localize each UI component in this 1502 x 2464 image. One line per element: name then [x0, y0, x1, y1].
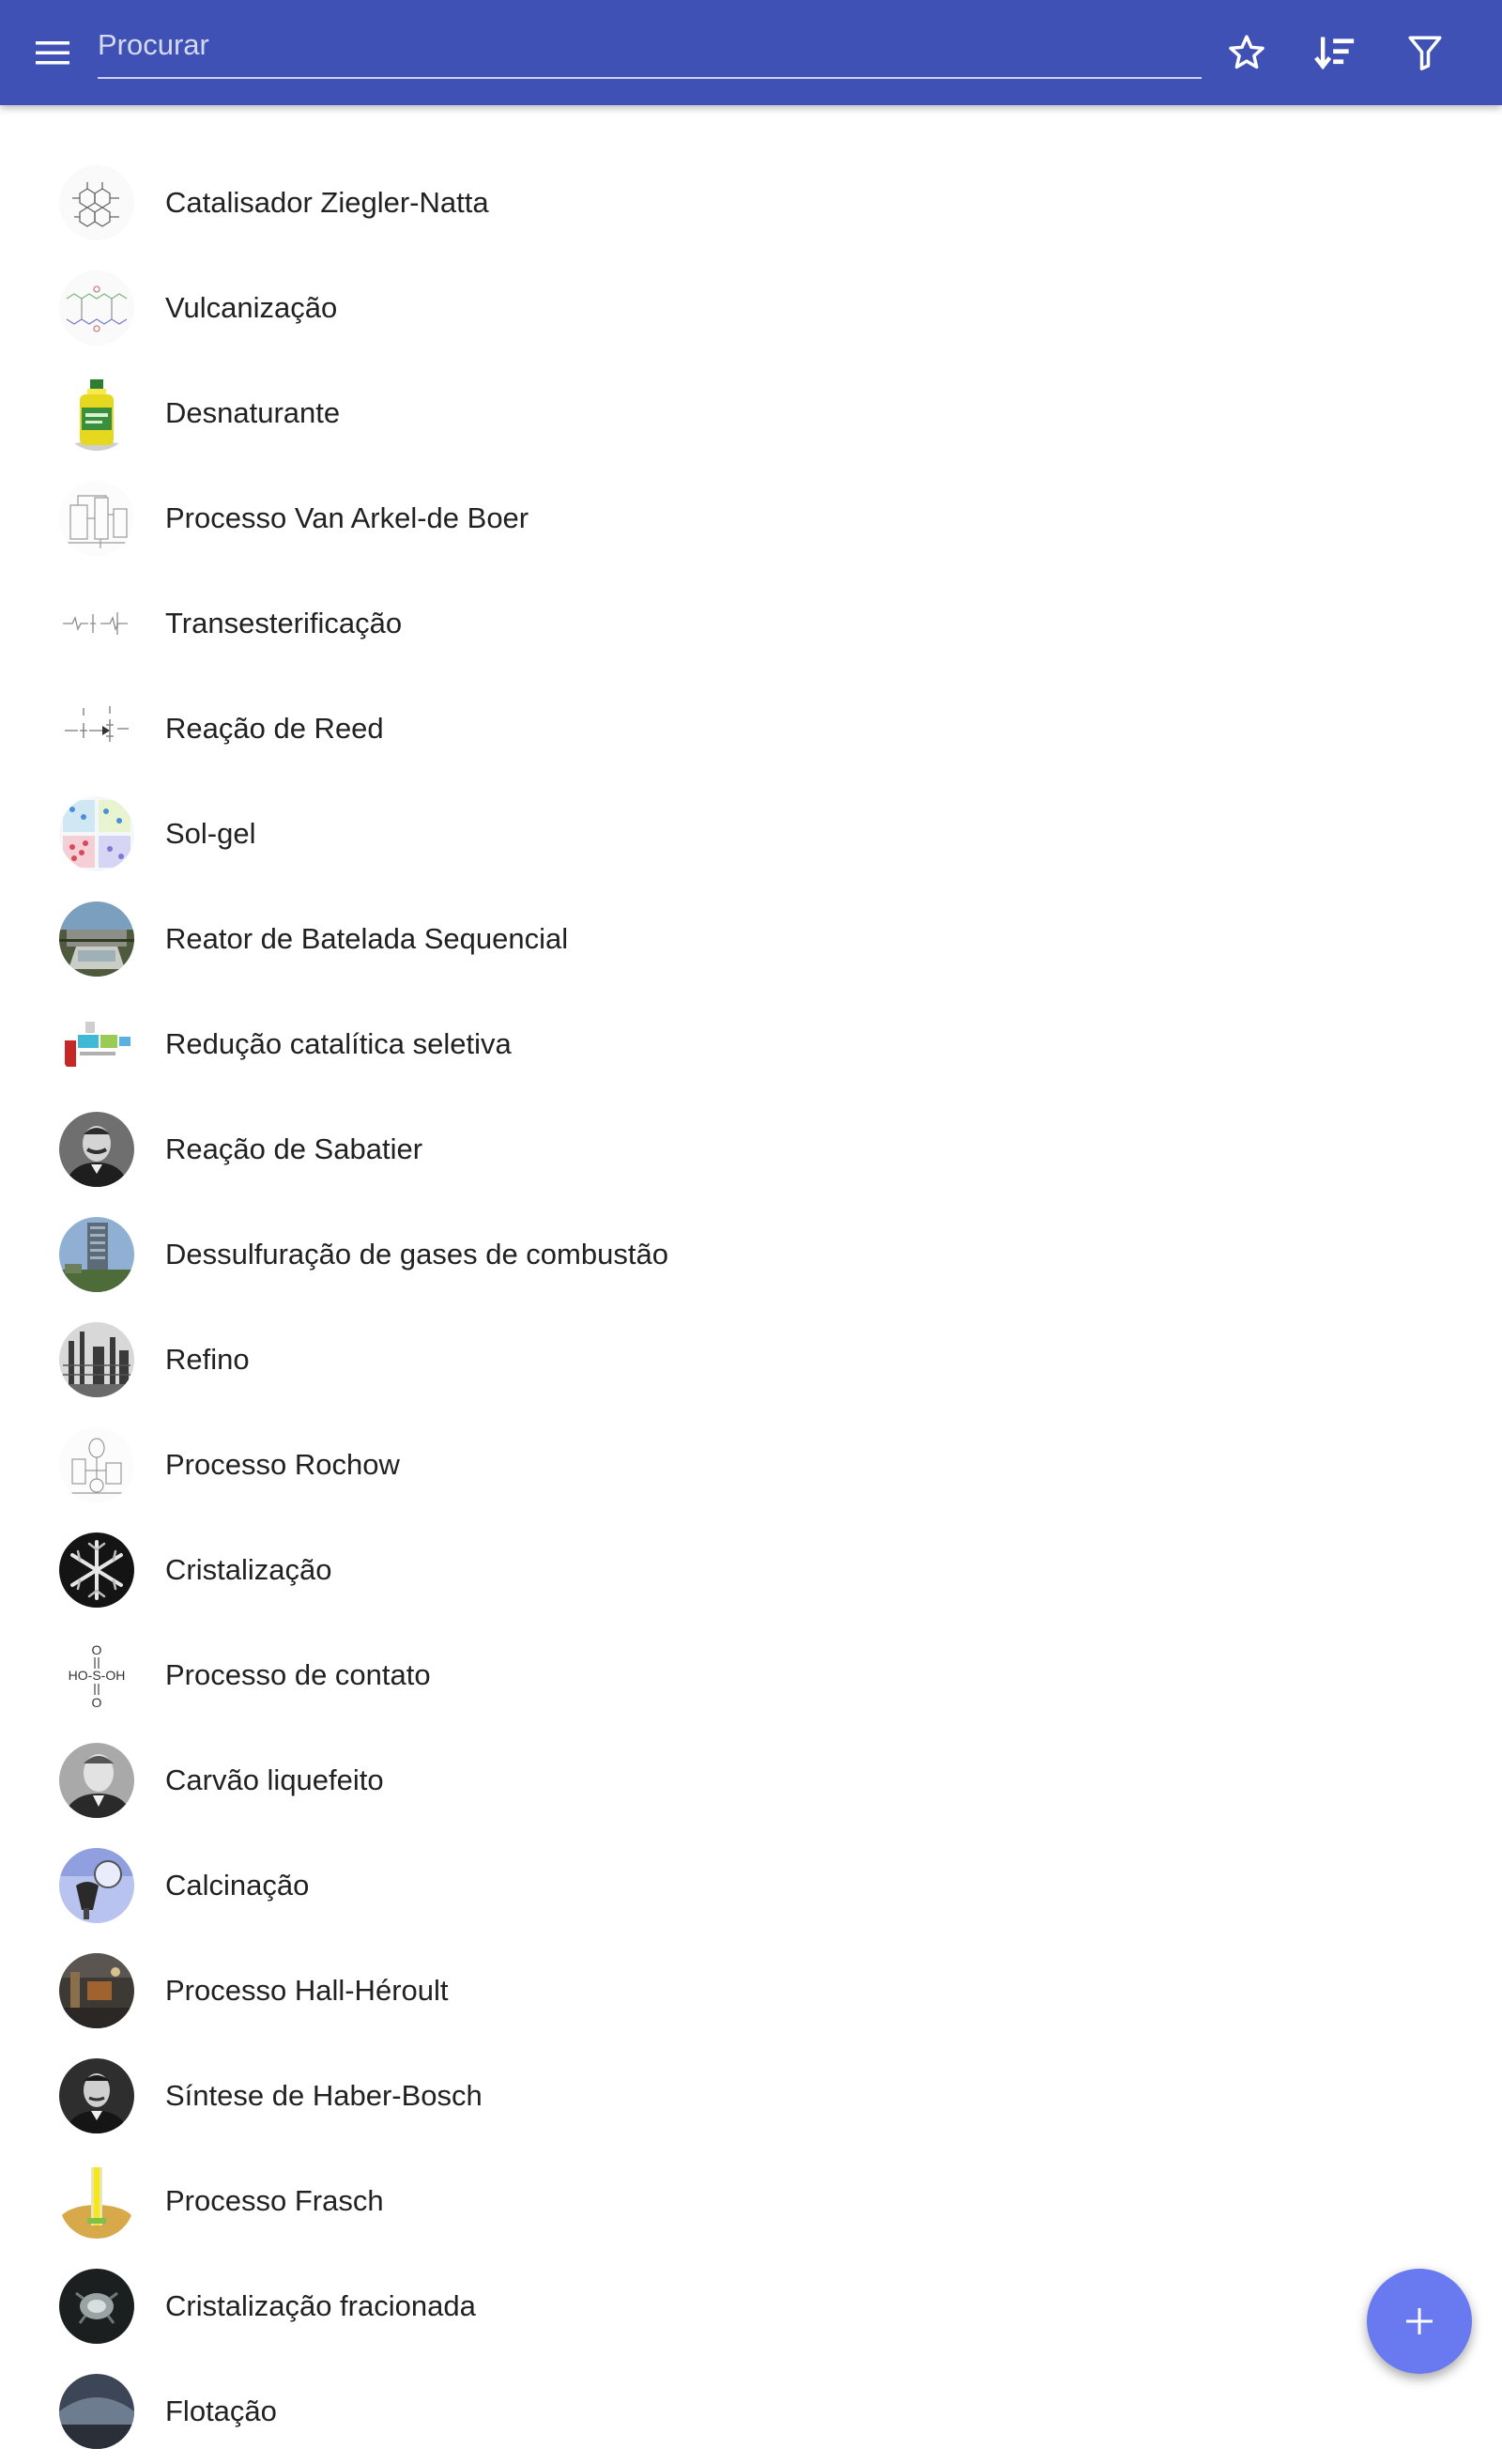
reaction-diagram-thumbnail: [59, 691, 134, 766]
photo-thumbnail: [59, 2374, 134, 2449]
item-label: Refino: [165, 1343, 250, 1376]
chemical-structure-thumbnail: [59, 165, 134, 240]
add-button[interactable]: [1367, 2269, 1472, 2374]
star-icon: [1229, 35, 1264, 69]
filter-button[interactable]: [1397, 24, 1453, 81]
item-label: Processo Frasch: [165, 2184, 384, 2217]
reactor-photo-thumbnail: [59, 901, 134, 977]
item-label: Cristalização fracionada: [165, 2289, 476, 2322]
item-label: Flotação: [165, 2395, 277, 2427]
item-label: Síntese de Haber-Bosch: [165, 2079, 483, 2112]
list-item[interactable]: Reação de Reed: [0, 676, 1502, 781]
item-label: Catalisador Ziegler-Natta: [165, 186, 489, 219]
list-item[interactable]: Processo Van Arkel-de Boer: [0, 466, 1502, 571]
chemical-structure-thumbnail: [59, 270, 134, 346]
list-item[interactable]: Transesterificação: [0, 571, 1502, 676]
item-label: Calcinação: [165, 1869, 310, 1902]
list-item[interactable]: Calcinação: [0, 1833, 1502, 1938]
item-label: Processo Hall-Héroult: [165, 1974, 449, 2007]
item-label: Dessulfuração de gases de combustão: [165, 1238, 668, 1270]
list-item[interactable]: Cristalização fracionada: [0, 2254, 1502, 2359]
item-label: Desnaturante: [165, 396, 341, 429]
item-label: Cristalização: [165, 1553, 332, 1586]
sort-icon: [1314, 37, 1355, 70]
item-label: Carvão liquefeito: [165, 1763, 384, 1796]
item-label: Reação de Reed: [165, 712, 384, 745]
frasch-diagram-thumbnail: [59, 2164, 134, 2239]
app-bar: [0, 0, 1502, 105]
favorites-button[interactable]: [1218, 24, 1275, 81]
list-item[interactable]: Redução catalítica seletiva: [0, 992, 1502, 1097]
item-label: Reação de Sabatier: [165, 1132, 423, 1165]
apparatus-diagram-thumbnail: [59, 1427, 134, 1502]
sol-gel-diagram-thumbnail: [59, 796, 134, 871]
list-item[interactable]: Carvão liquefeito: [0, 1728, 1502, 1833]
item-label: Transesterificação: [165, 607, 403, 639]
list-item[interactable]: Catalisador Ziegler-Natta: [0, 150, 1502, 255]
item-label: Processo de contato: [165, 1658, 431, 1691]
menu-icon: [36, 41, 69, 65]
list-item[interactable]: Sol-gel: [0, 781, 1502, 886]
portrait-thumbnail: [59, 1112, 134, 1187]
formula-text: HO-S-OH: [69, 1668, 126, 1683]
apparatus-diagram-thumbnail: [59, 481, 134, 556]
list-item[interactable]: Reação de Sabatier: [0, 1097, 1502, 1202]
formula-text: O: [92, 1695, 102, 1710]
bottle-thumbnail: [59, 376, 134, 451]
list-item[interactable]: Vulcanização: [0, 255, 1502, 361]
tower-photo-thumbnail: [59, 1217, 134, 1292]
list-item[interactable]: Processo Rochow: [0, 1412, 1502, 1517]
list-item[interactable]: Desnaturante: [0, 361, 1502, 466]
item-label: Sol-gel: [165, 817, 256, 850]
list-item[interactable]: Dessulfuração de gases de combustão: [0, 1202, 1502, 1307]
list-item[interactable]: Refino: [0, 1307, 1502, 1412]
item-label: Vulcanização: [165, 291, 338, 324]
list-item[interactable]: Flotação: [0, 2359, 1502, 2464]
filter-icon: [1408, 36, 1442, 70]
sort-button[interactable]: [1307, 24, 1363, 81]
portrait-thumbnail: [59, 2058, 134, 2133]
search-input[interactable]: [98, 19, 1202, 71]
process-diagram-thumbnail: [59, 1007, 134, 1082]
crystal-photo-thumbnail: [59, 1532, 134, 1608]
lab-photo-thumbnail: [59, 1848, 134, 1923]
crystal-photo-thumbnail: [59, 2269, 134, 2344]
item-label: Processo Rochow: [165, 1448, 400, 1481]
sulfuric-acid-formula-thumbnail: O HO-S-OH O: [59, 1638, 134, 1713]
portrait-thumbnail: [59, 1743, 134, 1818]
search-field: [98, 19, 1202, 79]
list-item[interactable]: Cristalização: [0, 1517, 1502, 1623]
refinery-photo-thumbnail: [59, 1322, 134, 1397]
plus-icon: [1406, 2308, 1433, 2334]
menu-button[interactable]: [28, 30, 77, 75]
list-item[interactable]: Síntese de Haber-Bosch: [0, 2043, 1502, 2148]
list-item[interactable]: Processo Frasch: [0, 2148, 1502, 2254]
list-item[interactable]: Processo Hall-Héroult: [0, 1938, 1502, 2043]
plant-photo-thumbnail: [59, 1953, 134, 2028]
item-label: Reator de Batelada Sequencial: [165, 922, 569, 955]
item-label: Processo Van Arkel-de Boer: [165, 501, 529, 534]
article-list: Catalisador Ziegler-Natta Vulcanização D…: [0, 105, 1502, 2464]
formula-text: O: [92, 1642, 102, 1657]
list-item[interactable]: Reator de Batelada Sequencial: [0, 886, 1502, 992]
item-label: Redução catalítica seletiva: [165, 1027, 512, 1060]
list-item[interactable]: O HO-S-OH O Processo de contato: [0, 1623, 1502, 1728]
chemical-structure-thumbnail: [59, 586, 134, 661]
